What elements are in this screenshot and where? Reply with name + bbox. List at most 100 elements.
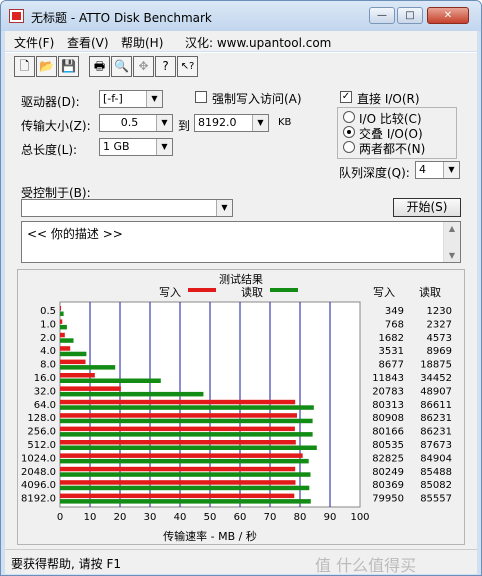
queue-depth-select[interactable]: 4 ▼ — [415, 161, 460, 179]
read-value: 86231 — [420, 427, 452, 438]
total-length-select[interactable]: 1 GB ▼ — [99, 138, 173, 156]
scroll-down-icon[interactable]: ▼ — [444, 251, 460, 260]
help-icon[interactable]: ? — [155, 56, 176, 77]
write-bar — [60, 319, 63, 324]
save-icon[interactable]: 💾 — [58, 56, 79, 77]
read-value: 85488 — [420, 467, 452, 478]
y-tick-label: 8192.0 — [21, 494, 56, 505]
legend-write-swatch — [188, 288, 216, 292]
y-tick-label: 256.0 — [27, 427, 56, 438]
print-preview-icon[interactable]: 🔍 — [111, 56, 132, 77]
read-value: 86231 — [420, 413, 452, 424]
minimize-button[interactable]: — — [369, 7, 395, 24]
read-value: 1230 — [427, 306, 452, 317]
menu-view[interactable]: 查看(V) — [67, 34, 109, 51]
read-bar — [60, 418, 313, 424]
write-bar — [60, 480, 296, 485]
read-value: 84904 — [420, 453, 452, 464]
x-tick-label: 70 — [264, 512, 277, 523]
app-window: 无标题 - ATTO Disk Benchmark — □ ✕ 文件(F) 查看… — [0, 0, 482, 576]
read-bar — [60, 432, 313, 437]
write-bar — [60, 399, 296, 405]
move-icon[interactable]: ✥ — [133, 56, 154, 77]
y-tick-label: 512.0 — [27, 440, 56, 451]
description-text: << 你的描述 >> — [27, 227, 123, 241]
column-read-header: 读取 — [419, 285, 441, 299]
scroll-up-icon[interactable]: ▲ — [444, 224, 460, 233]
menu-translation-credit[interactable]: 汉化: www.upantool.com — [185, 34, 331, 51]
queue-depth-value: 4 — [419, 163, 426, 176]
read-bar — [60, 351, 87, 357]
total-length-label: 总长度(L): — [21, 143, 78, 157]
transfer-from-value: 0.5 — [120, 116, 139, 129]
description-scrollbar[interactable]: ▲ ▼ — [443, 222, 460, 262]
legend-read-swatch — [270, 288, 298, 292]
direct-io-checkbox[interactable]: ✓ — [340, 91, 352, 103]
read-value: 18875 — [420, 360, 452, 371]
plot-layer: 0 10 20 30 40 50 60 70 80 90 100 0.5 349 1230 1.0 768 23… — [21, 301, 452, 523]
transfer-to-value: 8192.0 — [198, 116, 237, 129]
transfer-to-select[interactable]: 8192.0 ▼ — [194, 114, 269, 132]
x-tick-label: 100 — [350, 512, 369, 523]
write-value: 80166 — [372, 427, 404, 438]
overlapped-io-radio[interactable] — [343, 126, 355, 138]
read-bar — [60, 485, 310, 491]
io-compare-radio[interactable] — [343, 111, 355, 123]
write-value: 79950 — [372, 494, 404, 505]
write-value: 80908 — [372, 413, 404, 424]
menu-help[interactable]: 帮助(H) — [121, 34, 163, 51]
write-bar — [60, 413, 297, 418]
menu-file[interactable]: 文件(F) — [14, 34, 54, 51]
context-help-icon[interactable]: ↖? — [177, 56, 198, 77]
controlled-by-select[interactable]: ▼ — [21, 199, 233, 217]
force-write-label: 强制写入访问(A) — [212, 92, 302, 106]
title-bar[interactable]: 无标题 - ATTO Disk Benchmark — □ ✕ — [1, 1, 481, 31]
x-tick-label: 60 — [234, 512, 247, 523]
app-icon — [9, 9, 24, 23]
x-tick-label: 20 — [114, 512, 127, 523]
write-value: 80535 — [372, 440, 404, 451]
legend-read-label: 读取 — [241, 285, 263, 299]
direct-io-label: 直接 I/O(R) — [357, 92, 420, 106]
start-button[interactable]: 开始(S) — [393, 198, 461, 217]
write-bar — [60, 453, 303, 458]
column-write-header: 写入 — [373, 286, 395, 299]
write-bar — [60, 426, 295, 432]
chevron-down-icon: ▼ — [156, 115, 172, 131]
maximize-button[interactable]: □ — [397, 7, 423, 24]
transfer-from-select[interactable]: 0.5 ▼ — [99, 114, 173, 132]
write-bar — [60, 440, 296, 445]
read-value: 48907 — [420, 386, 452, 397]
write-bar — [60, 332, 65, 338]
print-icon[interactable]: 🖶 — [89, 56, 110, 77]
menu-bar: 文件(F) 查看(V) 帮助(H) 汉化: www.upantool.com — [5, 31, 477, 51]
read-bar — [60, 458, 309, 464]
new-icon[interactable]: 🗋 — [14, 56, 35, 77]
write-bar — [60, 386, 121, 391]
neither-radio[interactable] — [343, 141, 355, 153]
chevron-down-icon: ▼ — [156, 139, 172, 155]
description-box[interactable]: << 你的描述 >> ▲ ▼ — [21, 221, 461, 263]
x-tick-label: 80 — [294, 512, 307, 523]
y-tick-label: 32.0 — [34, 386, 56, 397]
write-bar — [60, 493, 295, 499]
open-icon[interactable]: 📂 — [36, 56, 57, 77]
y-tick-label: 1024.0 — [21, 453, 56, 464]
read-value: 4573 — [427, 333, 452, 344]
read-bar — [60, 391, 204, 397]
y-tick-label: 128.0 — [27, 413, 56, 424]
read-value: 34452 — [420, 373, 452, 384]
chevron-down-icon: ▼ — [443, 162, 459, 178]
queue-depth-label: 队列深度(Q): — [339, 166, 410, 180]
drive-value: [-f-] — [103, 92, 123, 105]
y-tick-label: 4096.0 — [21, 480, 56, 491]
status-bar: 要获得帮助, 请按 F1 值 什么值得买 — [5, 549, 477, 575]
write-value: 11843 — [372, 373, 404, 384]
write-value: 80313 — [372, 400, 404, 411]
y-tick-label: 16.0 — [34, 373, 56, 384]
read-value: 8969 — [427, 346, 452, 357]
close-button[interactable]: ✕ — [427, 7, 469, 24]
force-write-checkbox[interactable] — [195, 91, 207, 103]
x-tick-label: 40 — [174, 512, 187, 523]
drive-select[interactable]: [-f-] ▼ — [99, 90, 163, 108]
